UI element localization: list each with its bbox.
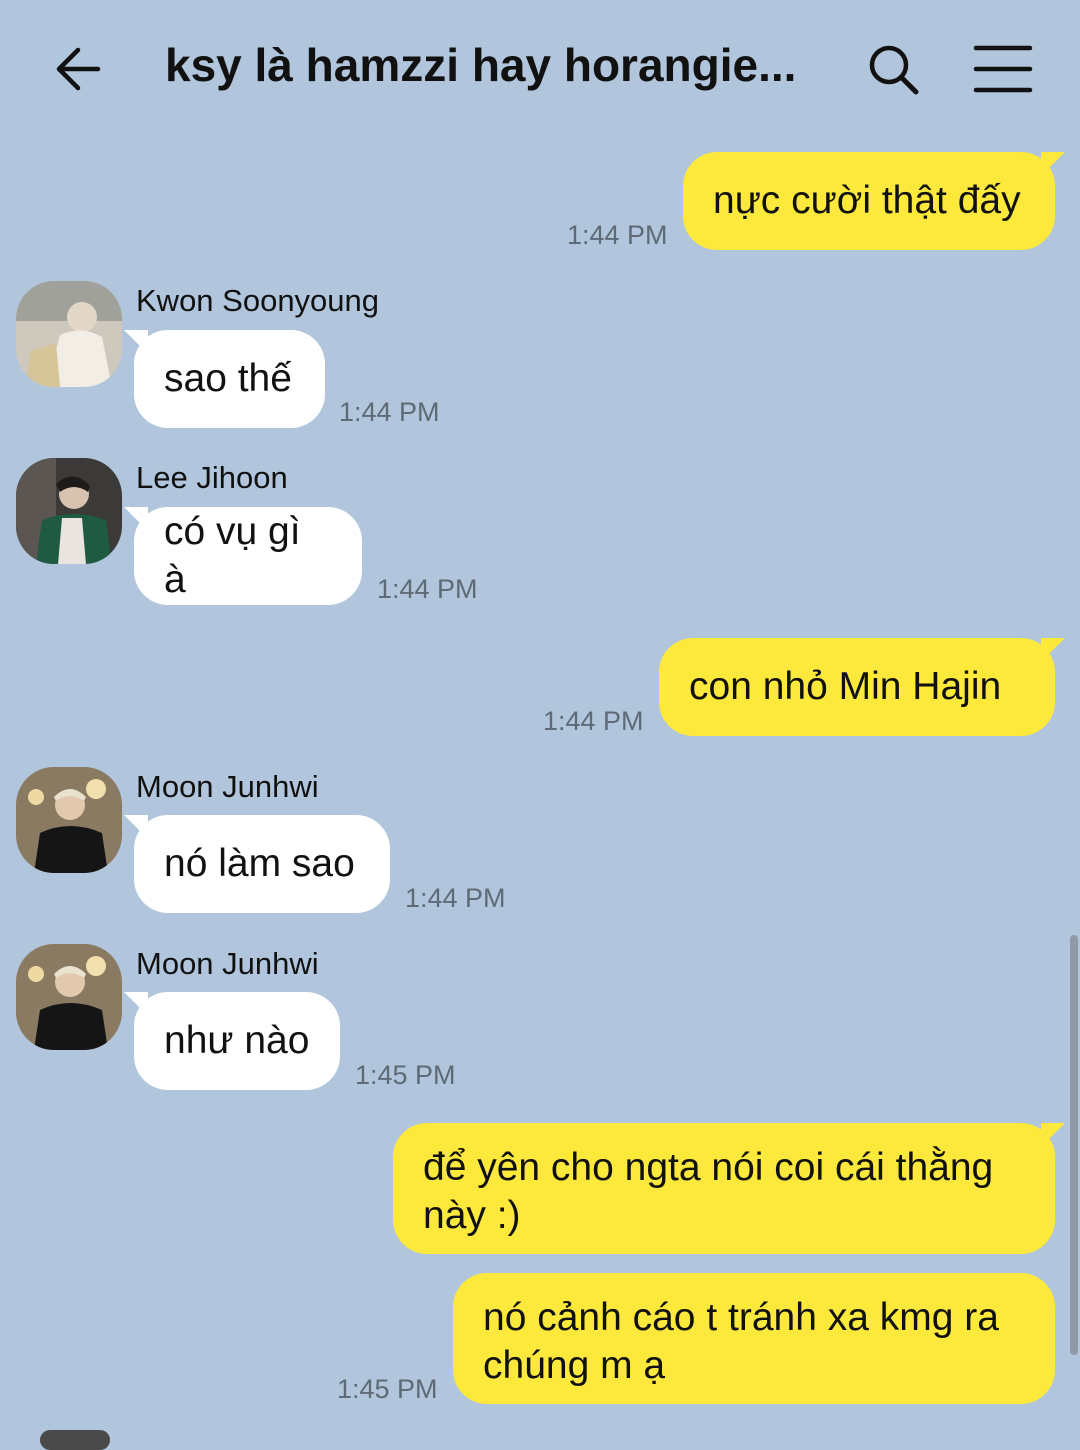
bubble-tail <box>124 992 148 1016</box>
avatar-moon-junhwi[interactable] <box>16 944 122 1050</box>
bubble-tail <box>124 330 148 354</box>
message-timestamp: 1:44 PM <box>567 220 668 250</box>
chat-header: ksy là hamzzi hay horangie... <box>0 0 1080 140</box>
outgoing-message-bubble[interactable]: nực cười thật đấy <box>683 152 1065 250</box>
bubble-tail <box>1041 152 1065 176</box>
message-text: có vụ gì à <box>164 510 301 601</box>
message-text: sao thế <box>164 357 292 400</box>
outgoing-message-bubble[interactable]: để yên cho ngta nói coi cái thằng này :) <box>393 1123 1065 1254</box>
chat-title: ksy là hamzzi hay horangie... <box>165 39 797 91</box>
sender-name: Moon Junhwi <box>136 769 319 804</box>
search-icon <box>869 45 919 95</box>
bubble-tail <box>1041 638 1065 662</box>
avatar-moon-junhwi[interactable] <box>16 767 122 873</box>
message-timestamp: 1:45 PM <box>355 1060 456 1090</box>
profile-photo-icon <box>16 281 122 387</box>
incoming-message-bubble[interactable]: như nào <box>124 992 340 1090</box>
profile-photo-icon <box>16 944 122 1050</box>
message-timestamp: 1:45 PM <box>337 1374 438 1404</box>
sender-name: Lee Jihoon <box>136 460 288 495</box>
message-timestamp: 1:44 PM <box>405 883 506 913</box>
incoming-message-bubble[interactable]: nó làm sao <box>124 815 390 913</box>
message-timestamp: 1:44 PM <box>339 397 440 427</box>
message-text: như nào <box>164 1019 310 1062</box>
bubble-tail <box>1041 1123 1065 1147</box>
message-text: con nhỏ Min Hajin <box>689 665 1002 708</box>
profile-photo-icon <box>16 767 122 873</box>
bubble-tail <box>124 815 148 839</box>
search-button[interactable] <box>862 38 926 102</box>
message-timestamp: 1:44 PM <box>543 706 644 736</box>
menu-button[interactable] <box>970 40 1036 100</box>
message-text: nó cảnh cáo t tránh xa kmg ra chúng m ạ <box>483 1296 999 1387</box>
sender-name: Moon Junhwi <box>136 946 319 981</box>
message-timestamp: 1:44 PM <box>377 574 478 604</box>
avatar <box>40 1430 110 1450</box>
profile-photo-icon <box>16 458 122 564</box>
outgoing-message-bubble[interactable]: nó cảnh cáo t tránh xa kmg ra chúng m ạ <box>453 1273 1055 1404</box>
back-arrow-icon <box>56 47 101 91</box>
back-button[interactable] <box>50 40 110 100</box>
bubble-tail <box>124 507 148 531</box>
sender-name: Kwon Soonyoung <box>136 283 380 318</box>
message-text: nó làm sao <box>164 842 355 885</box>
hamburger-menu-icon <box>973 45 1033 93</box>
message-text: nực cười thật đấy <box>713 179 1021 222</box>
incoming-message-bubble[interactable]: sao thế <box>124 330 325 428</box>
outgoing-message-bubble[interactable]: con nhỏ Min Hajin <box>659 638 1065 736</box>
avatar-lee-jihoon[interactable] <box>16 458 122 564</box>
message-text: để yên cho ngta nói coi cái thằng này :) <box>423 1146 994 1237</box>
incoming-message-bubble[interactable]: có vụ gì à <box>124 507 362 605</box>
avatar-kwon-soonyoung[interactable] <box>16 281 122 387</box>
scrollbar[interactable] <box>1070 935 1078 1355</box>
